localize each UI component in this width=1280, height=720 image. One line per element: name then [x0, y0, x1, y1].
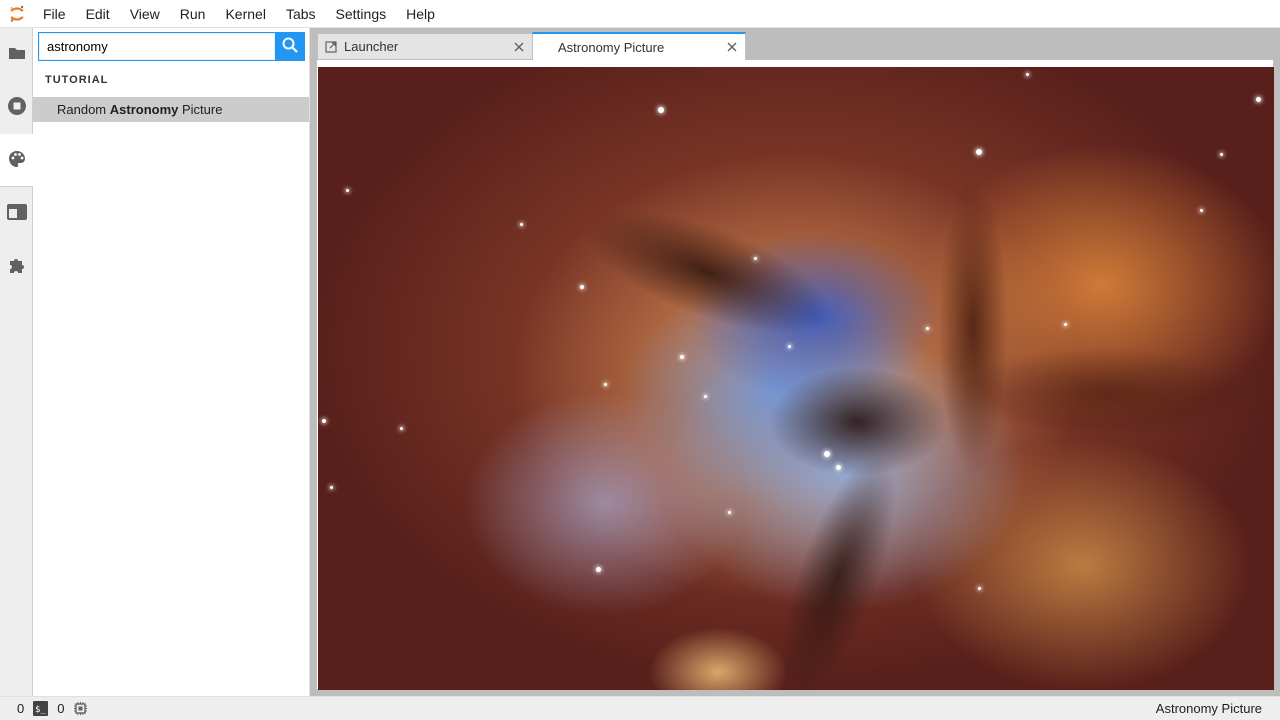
- star: [1256, 97, 1261, 102]
- dust-lane: [958, 347, 1258, 437]
- command-category-header: TUTORIAL: [45, 74, 109, 86]
- menu-tabs[interactable]: Tabs: [276, 0, 326, 28]
- tab-astronomy-picture-close-icon[interactable]: [719, 42, 745, 52]
- menu-help[interactable]: Help: [396, 0, 445, 28]
- menu-view[interactable]: View: [120, 0, 170, 28]
- star: [788, 345, 791, 348]
- extension-icon: [8, 256, 26, 277]
- tab-astronomy-picture-label: Astronomy Picture: [558, 39, 665, 55]
- command-palette-panel: TUTORIAL Random Astronomy Picture: [33, 28, 310, 696]
- result-label-prefix: Random: [57, 102, 110, 117]
- command-result-item[interactable]: Random Astronomy Picture: [33, 97, 309, 122]
- extension-manager-button[interactable]: [0, 240, 33, 293]
- menu-edit[interactable]: Edit: [76, 0, 120, 28]
- file-browser-button[interactable]: [0, 28, 33, 81]
- menu-run[interactable]: Run: [170, 0, 216, 28]
- menu-settings[interactable]: Settings: [326, 0, 397, 28]
- astronomy-picture-panel: [316, 59, 1274, 690]
- star: [330, 486, 333, 489]
- current-document-status: Astronomy Picture: [1155, 701, 1262, 716]
- palette-icon: [8, 150, 26, 171]
- menu-file[interactable]: File: [33, 0, 76, 28]
- running-sessions-button[interactable]: [0, 81, 33, 134]
- star: [1064, 323, 1067, 326]
- star: [596, 567, 601, 572]
- tabs-icon: [6, 204, 27, 223]
- star: [1200, 209, 1203, 212]
- star: [836, 465, 841, 470]
- status-bar: 0 $_ 0 Astronomy Picture: [0, 696, 1280, 720]
- command-search-box: [38, 32, 305, 61]
- main-dock-area: Launcher Astronomy Picture: [310, 28, 1280, 696]
- launcher-icon: [318, 40, 344, 53]
- dust-lane: [938, 177, 1008, 477]
- tab-astronomy-picture[interactable]: Astronomy Picture: [532, 32, 746, 60]
- star: [728, 511, 731, 514]
- result-label-suffix: Picture: [178, 102, 223, 117]
- search-button[interactable]: [275, 33, 304, 60]
- star: [824, 451, 830, 457]
- tab-launcher-label: Launcher: [344, 39, 399, 54]
- tab-launcher-close-icon[interactable]: [506, 42, 532, 52]
- terminals-status[interactable]: 0 $_: [17, 697, 49, 720]
- star: [520, 223, 523, 226]
- activity-bar: [0, 28, 33, 696]
- tab-launcher[interactable]: Launcher: [317, 33, 533, 59]
- star: [1026, 73, 1029, 76]
- terminal-icon: $_: [33, 701, 49, 716]
- kernel-chip-icon: [73, 701, 88, 716]
- star: [604, 383, 607, 386]
- star: [346, 189, 349, 192]
- kernels-count: 0: [57, 701, 65, 716]
- dust-lane: [570, 185, 846, 359]
- dust-lane: [768, 367, 948, 477]
- open-tabs-button[interactable]: [0, 187, 33, 240]
- svg-text:$_: $_: [35, 705, 46, 715]
- terminals-count: 0: [17, 701, 25, 716]
- star: [658, 107, 664, 113]
- search-icon: [282, 37, 298, 56]
- menu-bar: File Edit View Run Kernel Tabs Settings …: [0, 0, 1280, 28]
- folder-icon: [8, 46, 26, 63]
- star: [926, 327, 929, 330]
- star: [1220, 153, 1223, 156]
- star: [680, 355, 684, 359]
- command-search-input[interactable]: [39, 33, 275, 60]
- astronomy-picture-image: [318, 67, 1274, 690]
- star: [978, 587, 981, 590]
- nebula-glow: [648, 627, 788, 690]
- command-palette-button[interactable]: [0, 134, 33, 187]
- kernels-status[interactable]: 0: [57, 697, 88, 720]
- tab-bar: Launcher Astronomy Picture: [310, 28, 1280, 60]
- jupyter-logo-icon: [0, 0, 33, 28]
- star: [322, 419, 326, 423]
- result-label-match: Astronomy: [109, 102, 179, 117]
- menu-kernel[interactable]: Kernel: [215, 0, 275, 28]
- star: [580, 285, 584, 289]
- running-sessions-icon: [7, 96, 27, 119]
- star: [754, 257, 757, 260]
- star: [704, 395, 707, 398]
- star: [976, 149, 982, 155]
- star: [400, 427, 403, 430]
